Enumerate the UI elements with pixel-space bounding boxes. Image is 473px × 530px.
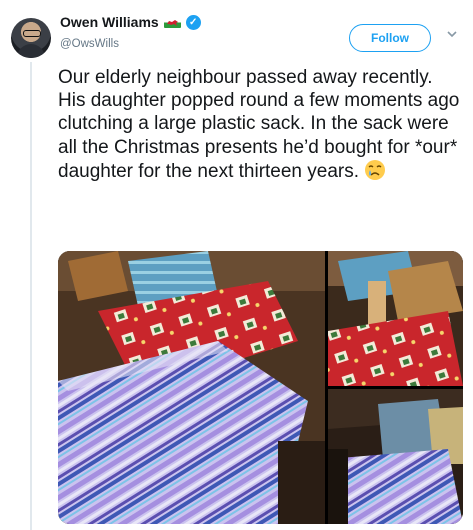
tweet-media-gallery[interactable] xyxy=(58,251,463,524)
photo-2[interactable] xyxy=(328,251,463,386)
photo-3[interactable] xyxy=(328,389,463,524)
user-handle[interactable]: @OwsWills xyxy=(60,38,119,50)
chevron-down-icon[interactable] xyxy=(446,28,458,40)
crying-face-emoji xyxy=(365,159,386,180)
follow-button[interactable]: Follow xyxy=(349,24,431,52)
thread-line xyxy=(30,62,32,530)
user-name-row: Owen Williams ✓ xyxy=(60,14,201,30)
tweet-text: Our elderly neighbour passed away recent… xyxy=(58,66,463,183)
verified-badge-icon: ✓ xyxy=(185,14,201,30)
tweet-body: Our elderly neighbour passed away recent… xyxy=(58,67,460,182)
photo-1[interactable] xyxy=(58,251,325,524)
wales-flag-icon xyxy=(163,16,181,28)
user-name[interactable]: Owen Williams xyxy=(60,14,159,30)
avatar[interactable] xyxy=(11,18,51,58)
